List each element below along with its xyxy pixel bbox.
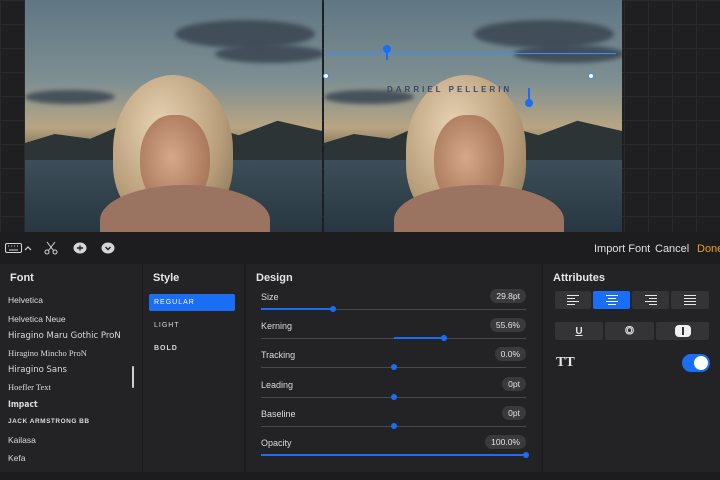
align-left-icon (567, 295, 579, 305)
scissors-icon[interactable] (44, 240, 58, 256)
font-item-hiragino-sans[interactable]: Hiragino Sans (8, 365, 67, 375)
font-list-scrollbar[interactable] (132, 366, 134, 388)
underline-button[interactable]: U (555, 322, 603, 340)
all-caps-icon: TT (556, 355, 575, 370)
text-end-pin[interactable] (525, 99, 533, 107)
tracking-label: Tracking (261, 350, 296, 360)
chevron-down-circle-icon[interactable] (100, 240, 116, 256)
outline-button[interactable]: O (605, 322, 654, 340)
style-panel-title: Style (153, 272, 180, 284)
align-right-button[interactable] (632, 291, 669, 309)
background-button[interactable] (656, 322, 709, 340)
kerning-slider-fill (393, 337, 444, 339)
justify-button[interactable] (671, 291, 709, 309)
size-slider-fill (261, 308, 333, 310)
import-font-button[interactable]: Import Font (594, 243, 650, 255)
text-box-left-handle[interactable] (323, 73, 329, 79)
cancel-button[interactable]: Cancel (655, 243, 689, 255)
underline-icon: U (575, 325, 583, 337)
tracking-slider-knob[interactable] (390, 364, 397, 370)
opacity-value[interactable]: 100.0% (485, 435, 526, 449)
font-item-impact[interactable]: Impact (8, 400, 38, 410)
font-item-helvetica-neue[interactable]: Helvetica Neue (8, 314, 66, 324)
font-item-kailasa[interactable]: Kailasa (8, 435, 36, 445)
opacity-slider-knob[interactable] (523, 452, 529, 458)
font-item-hiragino-mincho[interactable]: Hiragino Mincho ProN (8, 348, 87, 358)
size-value[interactable]: 29.8pt (490, 289, 526, 303)
baseline-value[interactable]: 0pt (502, 406, 526, 420)
font-item-hiragino-maru[interactable]: Hiragino Maru Gothic ProN (8, 331, 121, 341)
canvas-text-layer[interactable]: DARRIEL PELLERIN (387, 85, 512, 94)
attributes-panel-title: Attributes (553, 272, 605, 284)
align-left-button[interactable] (555, 291, 591, 309)
font-panel-title: Font (10, 272, 34, 284)
background-text-icon (674, 325, 691, 337)
photo-original (25, 0, 322, 232)
text-box-right-handle[interactable] (588, 73, 594, 79)
style-item-light[interactable]: Light (149, 317, 235, 334)
toggle-knob (694, 356, 708, 370)
font-panel: Font Helvetica Helvetica Neue Hiragino M… (0, 264, 142, 472)
done-button[interactable]: Done (697, 243, 720, 255)
leading-label: Leading (261, 380, 294, 390)
align-center-button[interactable] (593, 291, 630, 309)
font-item-helvetica[interactable]: Helvetica (8, 295, 43, 305)
baseline-label: Baseline (261, 409, 296, 419)
leading-value[interactable]: 0pt (502, 377, 526, 391)
kerning-label: Kerning (261, 321, 293, 331)
plus-circle-icon[interactable] (72, 240, 88, 256)
justify-icon (684, 295, 696, 305)
font-item-jack-armstrong[interactable]: JACK ARMSTRONG BB (8, 418, 90, 425)
keyboard-icon[interactable] (5, 240, 35, 256)
leading-slider-knob[interactable] (390, 394, 397, 400)
opacity-label: Opacity (261, 438, 292, 448)
font-item-hoefler-text[interactable]: Hoefler Text (8, 382, 51, 392)
photo-with-text[interactable] (324, 0, 622, 232)
baseline-slider-knob[interactable] (390, 423, 397, 429)
opacity-slider-fill (261, 454, 526, 456)
outline-icon: O (625, 325, 635, 338)
text-box-top-guide (324, 53, 616, 54)
kerning-slider-knob[interactable] (440, 335, 447, 341)
kerning-value[interactable]: 55.6% (489, 318, 526, 332)
size-label: Size (261, 292, 279, 302)
design-panel: Design Size 29.8pt Kerning 55.6% Trackin… (246, 264, 541, 472)
align-center-icon (605, 295, 618, 305)
procreate-text-editor: DARRIEL PELLERIN Import Font Cancel Done… (0, 0, 720, 480)
style-item-bold[interactable]: Bold (149, 340, 235, 357)
font-item-kefa[interactable]: Kefa (8, 453, 26, 463)
style-item-regular[interactable]: Regular (149, 294, 235, 311)
all-caps-toggle[interactable] (682, 354, 710, 372)
style-panel: Style Regular Light Bold (143, 264, 244, 472)
align-right-icon (644, 295, 657, 305)
size-slider-knob[interactable] (329, 306, 336, 312)
design-panel-title: Design (256, 272, 293, 284)
tracking-value[interactable]: 0.0% (494, 347, 526, 361)
